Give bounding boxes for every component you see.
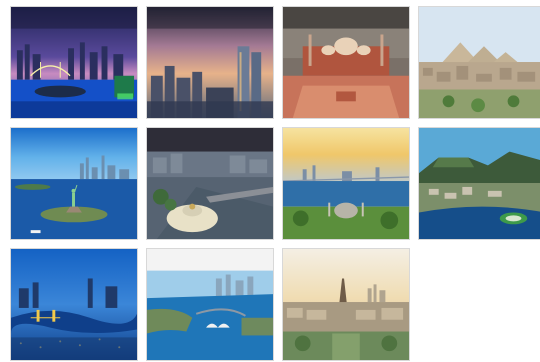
photo-tile-london-thames[interactable] [10, 248, 138, 361]
tokyo-skyline-image [11, 7, 137, 118]
istanbul-bosphorus-image [283, 128, 409, 239]
palace-aerial-image [147, 128, 273, 239]
photo-tile-sydney-harbour[interactable] [146, 248, 274, 361]
photo-tile-cape-town[interactable] [418, 127, 540, 240]
photo-tile-paris-eiffel[interactable] [282, 248, 410, 361]
photo-tile-mosque-courtyard[interactable] [282, 6, 410, 119]
london-thames-image [11, 249, 137, 360]
mosque-courtyard-image [283, 7, 409, 118]
photo-tile-istanbul-bosphorus[interactable] [282, 127, 410, 240]
photo-tile-tokyo-skyline[interactable] [10, 6, 138, 119]
photo-grid [0, 0, 540, 362]
statue-of-liberty-image [11, 128, 137, 239]
paris-eiffel-image [283, 249, 409, 360]
photo-tile-palace-aerial[interactable] [146, 127, 274, 240]
cape-town-image [419, 128, 540, 239]
sydney-harbour-image [147, 249, 273, 360]
photo-tile-pyramids-city[interactable] [418, 6, 540, 119]
city-towers-image [147, 7, 273, 118]
photo-tile-city-towers[interactable] [146, 6, 274, 119]
photo-tile-statue-of-liberty[interactable] [10, 127, 138, 240]
pyramids-city-image [419, 7, 540, 118]
